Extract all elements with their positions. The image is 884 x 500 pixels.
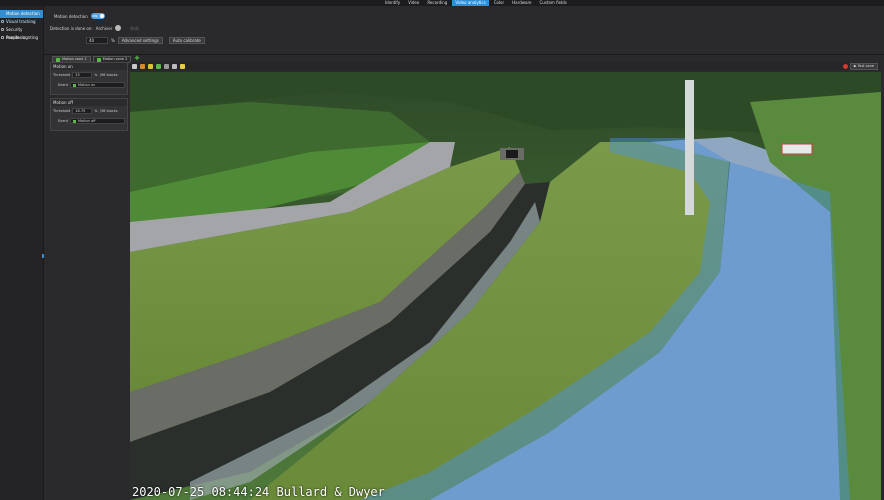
- event-label: Event: [57, 119, 68, 123]
- motion-on-title: Motion on: [51, 63, 127, 70]
- video-timestamp: 2020-07-25 08:44:24 Bullard & Dwyer: [132, 485, 385, 499]
- motion-off-event-select[interactable]: Motion off: [70, 118, 125, 124]
- detection-done-on-row: Detection is done on: Archiver Unit: [50, 25, 139, 31]
- detection-done-on-value: Archiver: [95, 25, 113, 31]
- sidebar-item-people-counting[interactable]: People counting: [0, 34, 43, 42]
- threshold-label: Threshold: [53, 109, 71, 113]
- main-panel: Motion detection ON Detection is done on…: [44, 6, 884, 500]
- sidebar-item-label: Visual tracking: [6, 19, 36, 24]
- motion-detection-label: Motion detection: [54, 13, 88, 19]
- video-feed[interactable]: 2020-07-25 08:44:24 Bullard & Dwyer: [130, 72, 881, 500]
- event-color-swatch: [73, 119, 76, 123]
- sidebar-item-security-monitoring[interactable]: Security monitoring: [0, 26, 43, 40]
- event-label: Event: [57, 83, 68, 87]
- select-all-icon[interactable]: [156, 63, 161, 69]
- threshold-pct: %: [94, 109, 98, 113]
- eraser-icon[interactable]: [140, 63, 145, 69]
- sidebar-item-label: Motion detection: [6, 11, 40, 16]
- motion-off-blocks: (36 blocks: [99, 109, 118, 113]
- motion-on-event-select[interactable]: Motion on: [70, 82, 125, 88]
- sensitivity-unit: %: [111, 38, 115, 43]
- detection-done-on-label: Detection is done on:: [50, 25, 93, 31]
- fill-icon[interactable]: [148, 63, 153, 69]
- people-icon: [1, 36, 4, 39]
- motion-detection-row: Motion detection ON: [54, 13, 105, 19]
- motion-on-blocks: (96 blocks: [99, 73, 118, 77]
- zone-color-swatch: [96, 57, 101, 62]
- bulb-icon[interactable]: [180, 63, 185, 69]
- motion-off-panel: Motion off Threshold 18.75 % (36 blocks …: [50, 98, 128, 131]
- detection-done-on-extra: Unit: [130, 25, 139, 31]
- invert-icon[interactable]: [164, 63, 169, 69]
- zone-color-swatch: [56, 57, 60, 62]
- sensitivity-field[interactable]: 40: [86, 37, 108, 44]
- sidebar-item-label: People counting: [6, 35, 39, 40]
- threshold-label: Threshold: [53, 73, 71, 77]
- test-zone-control: ▶ Test zone: [842, 63, 878, 70]
- sidebar-item-motion-detection[interactable]: Motion detection: [0, 10, 43, 18]
- camera-name: Bullard & Dwyer: [276, 485, 385, 499]
- motion-off-threshold-row: Threshold 18.75 % (36 blocks: [51, 106, 127, 116]
- advanced-settings-button[interactable]: Advanced settings: [117, 37, 163, 44]
- sensitivity-row: 40 % Advanced settings Auto calibrate: [86, 37, 205, 44]
- clear-icon[interactable]: [172, 63, 177, 69]
- event-color-swatch: [73, 83, 76, 87]
- motion-on-panel: Motion on Threshold 25 % (96 blocks Even…: [50, 62, 128, 95]
- sidebar-item-visual-tracking[interactable]: Visual tracking: [0, 18, 43, 26]
- archiver-unit-toggle[interactable]: [115, 25, 122, 31]
- camera-image: [130, 72, 881, 500]
- auto-calibrate-button[interactable]: Auto calibrate: [168, 37, 205, 44]
- motion-detection-toggle[interactable]: ON: [90, 13, 105, 19]
- video-toolbar: [130, 62, 880, 70]
- motion-on-threshold-row: Threshold 25 % (96 blocks: [51, 70, 127, 80]
- tracking-icon: [1, 20, 4, 23]
- motion-off-event-row: Event Motion off: [51, 116, 127, 126]
- motion-off-threshold-field[interactable]: 18.75: [72, 108, 93, 114]
- motion-on-event-row: Event Motion on: [51, 80, 127, 90]
- motion-off-title: Motion off: [51, 99, 127, 106]
- pencil-icon[interactable]: [132, 63, 137, 69]
- shield-icon: [1, 28, 4, 31]
- section-divider: [44, 54, 884, 55]
- motion-on-threshold-field[interactable]: 25: [72, 72, 93, 78]
- threshold-pct: %: [94, 73, 98, 77]
- sidebar: Motion detection Visual tracking Securit…: [0, 6, 44, 500]
- record-icon[interactable]: [842, 64, 848, 69]
- test-zone-button[interactable]: ▶ Test zone: [849, 63, 878, 70]
